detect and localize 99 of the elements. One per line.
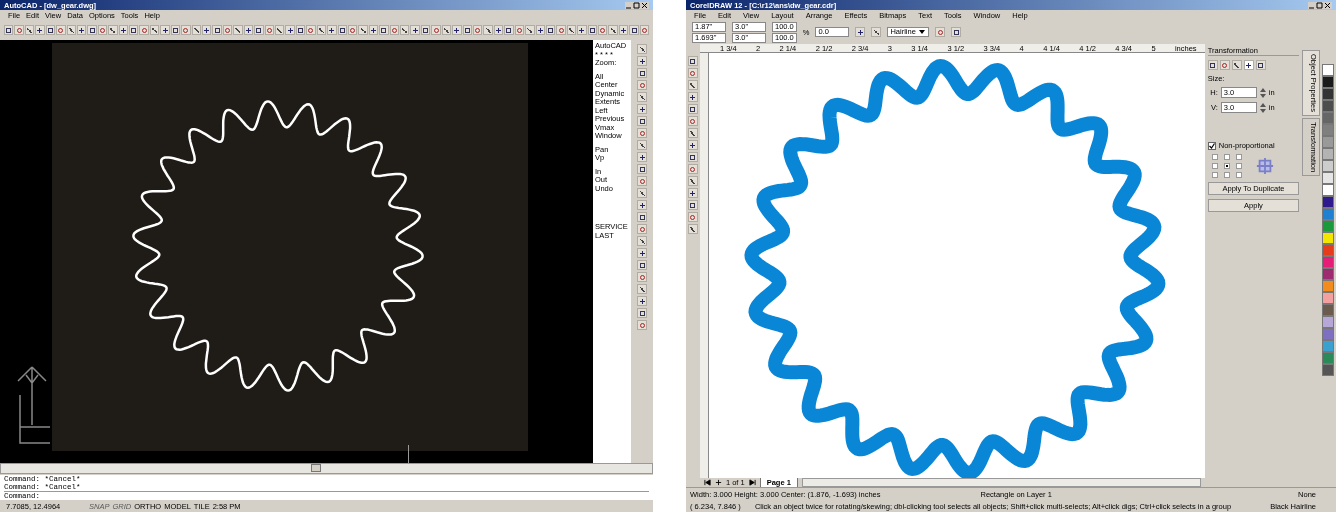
toolbar-icon[interactable] <box>4 25 14 35</box>
transform-mode-icon[interactable] <box>1207 60 1218 70</box>
tool-icon[interactable] <box>687 176 698 186</box>
toolbar-icon[interactable] <box>608 25 618 35</box>
last-page-button[interactable] <box>748 479 756 486</box>
tool-icon[interactable] <box>687 80 698 90</box>
window-controls-icon[interactable] <box>1308 1 1332 9</box>
checkbox[interactable] <box>1207 141 1216 150</box>
toolbar-icon[interactable] <box>483 25 493 35</box>
color-swatch[interactable] <box>1322 124 1335 136</box>
color-swatch[interactable] <box>1322 364 1335 376</box>
toolbar-icon[interactable] <box>243 25 254 35</box>
toolbar-icon[interactable] <box>66 25 76 35</box>
toolbar-icon[interactable] <box>951 27 962 37</box>
color-swatch[interactable] <box>1322 340 1335 352</box>
toolbar-icon[interactable] <box>170 25 181 35</box>
toolbar-icon[interactable] <box>358 25 368 35</box>
tool-icon[interactable] <box>687 128 698 138</box>
color-swatch[interactable] <box>1322 244 1335 256</box>
toolbar-icon[interactable] <box>441 25 452 35</box>
color-swatch[interactable] <box>1322 292 1335 304</box>
anchor-checkbox[interactable] <box>1223 163 1230 169</box>
tool-icon[interactable] <box>687 188 698 198</box>
tool-icon[interactable] <box>687 140 698 150</box>
tool-icon[interactable] <box>687 56 698 66</box>
toolbar-icon[interactable] <box>545 25 556 35</box>
add-page-button[interactable] <box>714 479 722 486</box>
toolbar-icon[interactable] <box>379 25 389 35</box>
mirror-icon[interactable] <box>871 27 882 37</box>
tool-icon[interactable] <box>687 152 698 162</box>
toolbar-icon[interactable] <box>149 25 160 35</box>
toolbar-icon[interactable] <box>285 25 295 35</box>
window-controls-icon[interactable] <box>625 1 649 9</box>
anchor-checkbox[interactable] <box>1235 154 1242 160</box>
toolbar-icon[interactable] <box>504 25 514 35</box>
spin-icon[interactable] <box>1259 87 1266 98</box>
mirror-icon[interactable] <box>855 27 866 37</box>
toolbar-icon[interactable] <box>160 25 170 35</box>
toolbar-icon[interactable] <box>233 25 243 35</box>
toolbar-icon[interactable] <box>87 25 97 35</box>
color-swatch[interactable] <box>1322 160 1335 172</box>
color-swatch[interactable] <box>1322 76 1335 88</box>
color-swatch[interactable] <box>1322 352 1335 364</box>
toolbar-icon[interactable] <box>35 25 45 35</box>
color-swatch[interactable] <box>1322 220 1335 232</box>
toolbar-icon[interactable] <box>316 25 327 35</box>
color-swatch[interactable] <box>1322 316 1335 328</box>
tool-icon[interactable] <box>687 92 698 102</box>
horizontal-scrollbar[interactable] <box>801 478 1201 487</box>
tool-icon[interactable] <box>687 224 698 234</box>
color-swatch[interactable] <box>1322 88 1335 100</box>
cross-arrows-icon <box>1255 157 1274 175</box>
tool-icon[interactable] <box>687 200 698 210</box>
color-swatch[interactable] <box>1322 268 1335 280</box>
color-swatch[interactable] <box>1322 172 1335 184</box>
toolbar-icon[interactable] <box>274 25 285 35</box>
spin-icon[interactable] <box>1259 102 1266 113</box>
color-swatch[interactable] <box>1322 256 1335 268</box>
toolbar-icon[interactable] <box>566 25 577 35</box>
toolbar-icon[interactable] <box>587 25 598 35</box>
transform-mode-icon[interactable] <box>1243 60 1254 70</box>
first-page-button[interactable] <box>703 479 711 486</box>
anchor-checkbox[interactable] <box>1211 172 1218 178</box>
anchor-checkbox[interactable] <box>1235 163 1242 169</box>
transform-mode-icon[interactable] <box>1231 60 1242 70</box>
color-swatch[interactable] <box>1322 280 1335 292</box>
toolbar-icon[interactable] <box>129 25 139 35</box>
color-swatch[interactable] <box>1322 304 1335 316</box>
color-swatch[interactable] <box>1322 64 1335 76</box>
toolbar-icon[interactable] <box>618 25 629 35</box>
transform-mode-icon[interactable] <box>1255 60 1266 70</box>
toolbar-icon[interactable] <box>76 25 87 35</box>
color-swatch[interactable] <box>1322 196 1335 208</box>
anchor-checkbox[interactable] <box>1223 172 1230 178</box>
toolbar-icon[interactable] <box>295 25 306 35</box>
anchor-checkbox[interactable] <box>1235 172 1242 178</box>
toolbar-icon[interactable] <box>108 25 118 35</box>
toolbar-icon[interactable] <box>118 25 129 35</box>
toolbar-icon[interactable] <box>368 25 379 35</box>
horizontal-scrollbar[interactable] <box>0 463 653 474</box>
toolbar-icon[interactable] <box>24 25 35 35</box>
color-swatch[interactable] <box>1322 100 1335 112</box>
color-swatch[interactable] <box>1322 148 1335 160</box>
color-swatch[interactable] <box>1322 208 1335 220</box>
toolbar-icon[interactable] <box>493 25 504 35</box>
color-swatch[interactable] <box>1322 232 1335 244</box>
color-swatch[interactable] <box>1322 328 1335 340</box>
anchor-checkbox[interactable] <box>1223 154 1230 160</box>
color-swatch[interactable] <box>1322 112 1335 124</box>
toolbar-icon[interactable] <box>254 25 264 35</box>
color-swatch[interactable] <box>1322 184 1335 196</box>
color-swatch[interactable] <box>1322 136 1335 148</box>
toolbar-icon[interactable] <box>45 25 56 35</box>
anchor-checkbox[interactable] <box>1211 154 1218 160</box>
caret-icon[interactable] <box>918 30 925 34</box>
toolbar-icon[interactable] <box>577 25 587 35</box>
anchor-checkbox[interactable] <box>1211 163 1218 169</box>
tool-icon[interactable] <box>687 104 698 114</box>
toolbar-icon[interactable] <box>420 25 431 35</box>
